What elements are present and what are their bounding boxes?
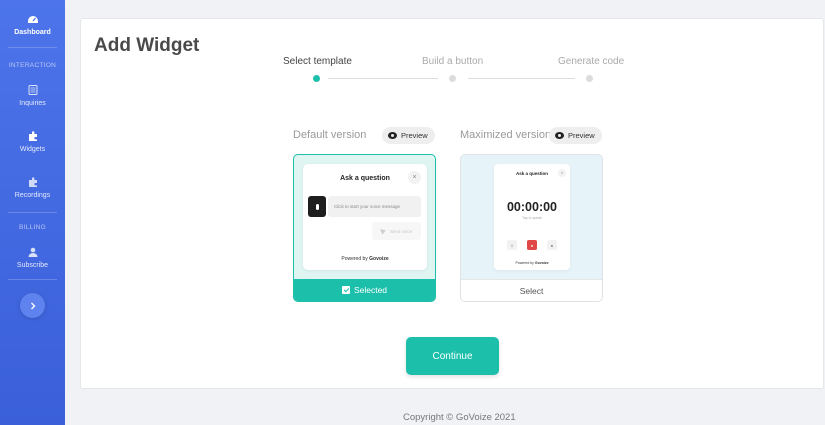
preview-label: Preview [401,131,428,140]
default-widget-preview: Ask a question × Click to start your voi… [303,164,427,270]
preview-label: Preview [568,131,595,140]
sidebar-divider [8,212,57,213]
sidebar-item-label: Widgets [19,146,46,153]
select-footer[interactable]: Select [461,279,602,301]
close-icon: × [408,171,421,184]
list-icon [28,85,37,95]
step-connector [468,78,575,79]
top-bar [65,0,825,10]
sidebar-item-recordings[interactable]: Recordings [0,176,65,199]
page-title: Add Widget [94,35,200,56]
stop-icon: ■ [547,240,557,250]
close-icon: × [558,169,566,177]
timer: 00:00:00 [506,200,558,214]
puzzle-icon [28,177,37,187]
sidebar-divider [8,47,57,48]
voice-message-field: Click to start your voice message [328,196,421,217]
default-template-tile[interactable]: Ask a question × Click to start your voi… [293,154,436,302]
maximized-preview-button[interactable]: Preview [549,127,602,144]
send-voice-button: Send voice [372,222,421,240]
sidebar-item-widgets[interactable]: Widgets [0,130,65,153]
sidebar-item-inquiries[interactable]: Inquiries [0,84,65,107]
step-dot [449,75,456,82]
powered-by: Powered by Govoize [341,256,389,262]
selected-footer[interactable]: Selected [294,279,435,301]
step-dot [586,75,593,82]
maximized-widget-preview: Ask a question × 00:00:00 Tap to speak I… [494,164,570,270]
step-select-template: Select template [283,56,352,67]
sidebar-item-label: Subscribe [16,262,49,269]
puzzle-icon [28,131,37,141]
checkbox-checked-icon [341,286,350,294]
sidebar-item-label: Recordings [14,192,51,199]
step-connector [328,78,438,79]
sidebar-item-subscribe[interactable]: Subscribe [0,246,65,269]
maximized-version-title: Maximized version [460,129,552,141]
default-preview-button[interactable]: Preview [382,127,435,144]
maximized-template-tile[interactable]: Ask a question × 00:00:00 Tap to speak I… [460,154,603,302]
sidebar: Dashboard INTERACTION Inquiries Widgets … [0,0,65,425]
sidebar-expand-button[interactable] [20,293,45,318]
add-widget-card: Add Widget Select template Build a butto… [80,18,824,389]
dashboard-icon [27,16,38,23]
sidebar-item-dashboard[interactable]: Dashboard [0,13,65,36]
subscribe-icon [28,247,37,257]
tap-to-speak-text: Tap to speak [522,216,542,220]
default-version-title: Default version [293,129,367,141]
sidebar-item-label: Dashboard [14,29,51,36]
powered-by: Powered by Govoize [515,261,549,265]
eye-icon [555,132,564,139]
copyright-footer: Copyright © GoVoize 2021 [403,412,516,423]
selected-label: Selected [353,285,388,295]
step-build-button: Build a button [422,56,484,67]
continue-button[interactable]: Continue [406,337,499,375]
pause-icon: II [507,240,517,250]
send-label: Send voice [389,228,413,234]
sidebar-divider [8,279,57,280]
step-generate-code: Generate code [558,56,625,67]
eye-icon [388,132,397,139]
step-dot-active [313,75,320,82]
record-icon: ● [527,240,537,250]
sidebar-item-label: Inquiries [19,100,46,107]
microphone-icon [308,196,326,217]
sidebar-section-billing: BILLING [18,224,47,231]
chevron-right-icon [30,302,35,309]
select-label: Select [519,285,544,296]
send-icon [379,227,387,235]
sidebar-section-interaction: INTERACTION [8,62,57,69]
